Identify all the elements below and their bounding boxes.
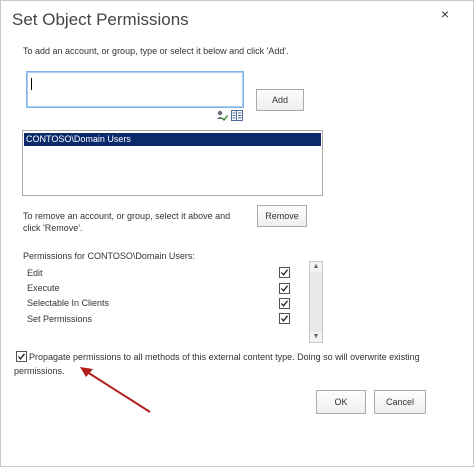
list-item[interactable]: CONTOSO\Domain Users — [24, 133, 321, 146]
address-book-icon[interactable] — [231, 110, 243, 121]
permission-label-set-permissions: Set Permissions — [27, 314, 93, 324]
checkmark-icon — [281, 269, 289, 276]
annotation-arrow — [80, 367, 151, 413]
add-instruction: To add an account, or group, type or sel… — [23, 46, 289, 56]
check-names-icon[interactable] — [216, 110, 228, 122]
remove-button[interactable]: Remove — [257, 205, 307, 227]
account-input[interactable] — [26, 71, 244, 108]
permission-label-edit: Edit — [27, 268, 43, 278]
dialog-title: Set Object Permissions — [12, 10, 189, 29]
permission-checkbox-execute[interactable] — [279, 283, 290, 294]
permissions-heading: Permissions for CONTOSO\Domain Users: — [23, 251, 195, 261]
text-caret — [31, 78, 32, 90]
remove-instruction: To remove an account, or group, select i… — [23, 211, 231, 233]
scroll-up-icon[interactable]: ▲ — [310, 262, 322, 272]
accounts-list[interactable]: CONTOSO\Domain Users — [22, 130, 323, 196]
add-button[interactable]: Add — [256, 89, 304, 111]
checkmark-icon — [281, 315, 289, 322]
scroll-down-icon[interactable]: ▼ — [310, 332, 322, 342]
permission-label-execute: Execute — [27, 283, 60, 293]
close-icon[interactable]: × — [437, 6, 453, 22]
cancel-button[interactable]: Cancel — [374, 390, 426, 414]
checkmark-icon — [281, 285, 289, 292]
permission-label-selectable: Selectable In Clients — [27, 298, 110, 308]
permission-checkbox-edit[interactable] — [279, 267, 290, 278]
checkmark-icon — [281, 300, 289, 307]
ok-button[interactable]: OK — [316, 390, 366, 414]
permission-checkbox-set-permissions[interactable] — [279, 313, 290, 324]
permission-checkbox-selectable[interactable] — [279, 298, 290, 309]
permissions-scrollbar[interactable]: ▲ ▼ — [309, 261, 323, 343]
